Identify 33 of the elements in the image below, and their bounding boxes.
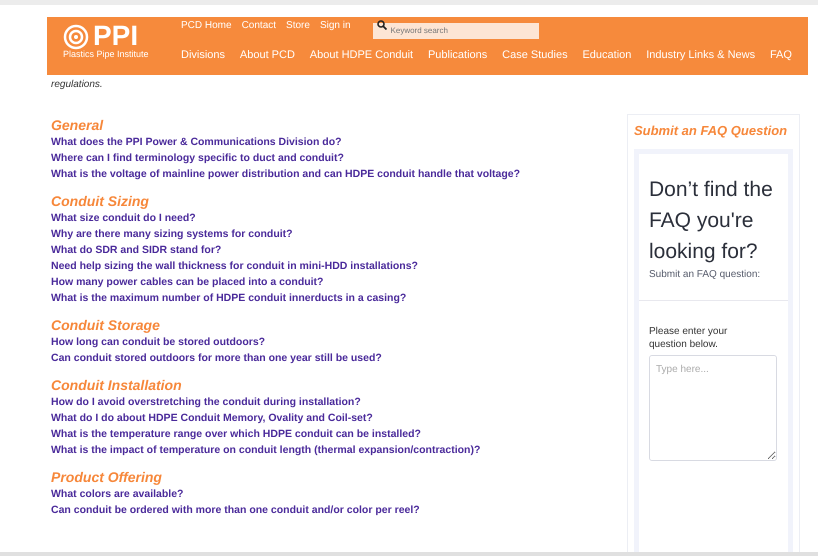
question-link[interactable]: Why are there many sizing systems for conduit? — [51, 226, 293, 242]
question-link[interactable]: What is the maximum number of HDPE conduit innerducts in a casing? — [51, 290, 406, 306]
question-link[interactable]: What do I do about HDPE Conduit Memory, Ovality and Coil-set? — [51, 410, 373, 426]
section-heading: Conduit Storage — [51, 316, 161, 334]
question-link[interactable]: What does the PPI Power & Communications Division do? — [51, 134, 342, 150]
section-heading: General — [51, 116, 104, 134]
section-heading: Conduit Installation — [51, 376, 183, 394]
question-link[interactable]: What is the voltage of mainline power distribution and can HDPE conduit handle that voltage? — [51, 166, 520, 182]
logo-text: PPI — [93, 22, 138, 50]
question-field[interactable]: Type here... — [649, 354, 777, 460]
field-label: Please enter your question below. — [649, 324, 728, 350]
question-link[interactable]: Need help sizing the wall thickness for conduit in mini-HDD installations? — [51, 258, 418, 274]
question-link[interactable]: Can conduit be ordered with more than one conduit and/or color per reel? — [51, 502, 420, 518]
form-subheading: Submit an FAQ question: — [649, 268, 762, 282]
question-link[interactable]: Can conduit stored outdoors for more than one year still be used? — [51, 350, 382, 366]
question-link[interactable]: How long can conduit be stored outdoors? — [51, 334, 266, 350]
search-icon — [376, 20, 387, 30]
sidebar-title: Submit an FAQ Question — [634, 122, 788, 140]
form-heading: Don’t find the FAQ you're looking for? — [649, 176, 774, 264]
question-link[interactable]: How do I avoid overstretching the conduit during installation? — [51, 394, 361, 410]
question-link[interactable]: How many power cables can be placed into a conduit? — [51, 274, 324, 290]
section-heading: Conduit Sizing — [51, 192, 150, 210]
logo-icon — [63, 24, 89, 50]
question-link[interactable]: What do SDR and SIDR stand for? — [51, 242, 222, 258]
question-link[interactable]: Where can I find terminology specific to duct and conduit? — [51, 150, 344, 166]
disclaimer-text: regulations. — [51, 78, 104, 92]
section-heading: Product Offering — [51, 468, 163, 486]
question-link[interactable]: What is the temperature range over which HDPE conduit can be installed? — [51, 426, 421, 442]
question-link[interactable]: What colors are available? — [51, 486, 184, 502]
question-link[interactable]: What is the impact of temperature on conduit length (thermal expansion/contraction)? — [51, 442, 480, 458]
search-field[interactable]: Keyword search — [372, 22, 539, 38]
question-link[interactable]: What size conduit do I need? — [51, 210, 196, 226]
logo-subtitle: Plastics Pipe Institute — [63, 50, 150, 58]
